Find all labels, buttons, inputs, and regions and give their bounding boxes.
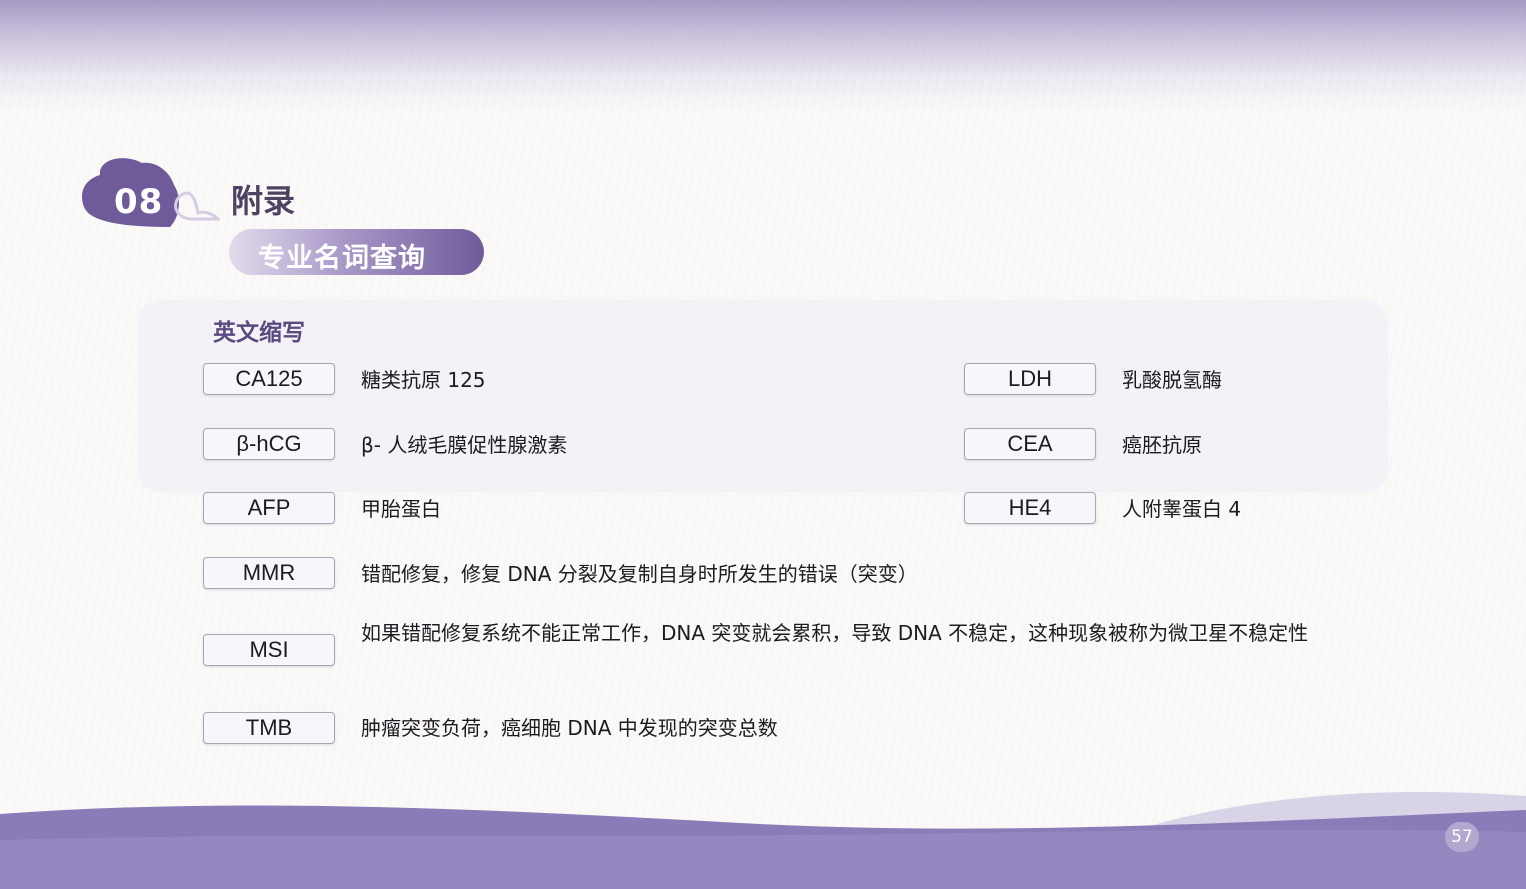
term-desc-bhcg: β- 人绒毛膜促性腺激素 — [361, 433, 568, 457]
term-desc-ca125: 糖类抗原 125 — [361, 368, 486, 392]
chapter-title: 附录 — [231, 182, 296, 220]
term-desc-mmr: 错配修复，修复 DNA 分裂及复制自身时所发生的错误（突变） — [361, 562, 918, 586]
section-pill-label: 专业名词查询 — [258, 243, 426, 274]
term-desc-msi: 如果错配修复系统不能正常工作，DNA 突变就会累积，导致 DNA 不稳定，这种现… — [361, 621, 1309, 645]
section-heading: 英文缩写 — [213, 320, 305, 346]
term-abbr-tmb: TMB — [203, 712, 335, 744]
page-number: 57 — [1445, 822, 1479, 852]
term-abbr-msi: MSI — [203, 634, 335, 666]
term-abbr-afp: AFP — [203, 492, 335, 524]
term-desc-afp: 甲胎蛋白 — [361, 497, 441, 521]
term-abbr-ca125: CA125 — [203, 363, 335, 395]
term-abbr-he4: HE4 — [964, 492, 1096, 524]
term-abbr-cea: CEA — [964, 428, 1096, 460]
chapter-number: 08 — [114, 182, 164, 222]
term-abbr-ldh: LDH — [964, 363, 1096, 395]
bottom-wave-decoration — [0, 791, 1526, 889]
term-abbr-mmr: MMR — [203, 557, 335, 589]
term-desc-ldh: 乳酸脱氢酶 — [1122, 368, 1222, 392]
term-desc-he4: 人附睾蛋白 4 — [1122, 497, 1242, 521]
term-desc-cea: 癌胚抗原 — [1122, 433, 1202, 457]
term-desc-tmb: 肿瘤突变负荷，癌细胞 DNA 中发现的突变总数 — [361, 716, 778, 740]
term-abbr-bhcg: β-hCG — [203, 428, 335, 460]
